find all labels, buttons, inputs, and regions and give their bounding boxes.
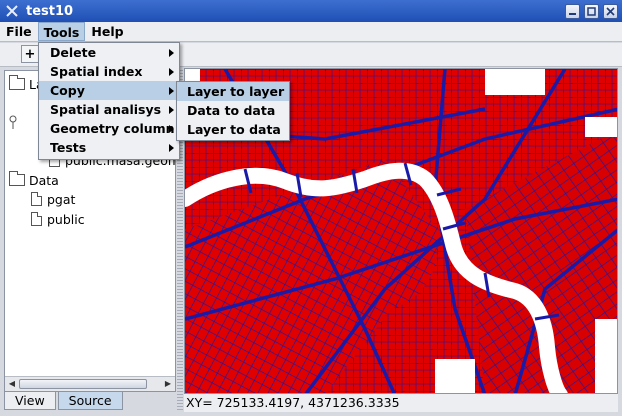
scroll-right-icon[interactable]: ▶	[162, 378, 174, 390]
window-title: test10	[26, 3, 74, 19]
menu-file[interactable]: File	[1, 22, 37, 41]
menu-item-label: Geometry column	[50, 121, 175, 136]
tab-view[interactable]: View	[4, 392, 56, 410]
tree-node-label: public	[47, 211, 85, 227]
copy-submenu: Layer to layer Data to data Layer to dat…	[176, 81, 290, 141]
tree-handle-icon	[9, 115, 17, 129]
document-icon	[31, 212, 42, 226]
menu-item-layer-to-layer[interactable]: Layer to layer	[177, 82, 289, 101]
menu-item-label: Copy	[50, 83, 85, 98]
menu-item-spatial-analysis[interactable]: Spatial analisys	[39, 100, 179, 119]
window-titlebar: test10	[0, 0, 622, 22]
add-button[interactable]: +	[21, 45, 39, 63]
scrollbar-thumb[interactable]	[19, 379, 147, 389]
submenu-arrow-icon	[169, 87, 174, 95]
submenu-arrow-icon	[169, 106, 174, 114]
folder-icon	[9, 171, 25, 186]
tree-expander[interactable]	[9, 113, 19, 131]
tree-node-label: Data	[29, 172, 59, 188]
submenu-arrow-icon	[169, 144, 174, 152]
menu-item-layer-to-data[interactable]: Layer to data	[177, 120, 289, 139]
close-icon[interactable]	[603, 3, 618, 19]
app-icon[interactable]	[4, 3, 20, 19]
tab-source[interactable]: Source	[57, 392, 123, 410]
tree-node-data[interactable]: Data	[9, 171, 59, 189]
tree-node-pgat[interactable]: pgat	[31, 190, 75, 208]
horizontal-scrollbar[interactable]: ◀ ▶	[5, 376, 175, 391]
tree-node-label: pgat	[47, 191, 76, 207]
menubar: File Tools Help	[0, 22, 622, 42]
menu-item-label: Spatial analisys	[50, 102, 162, 117]
menu-item-copy[interactable]: Copy	[39, 81, 179, 100]
menu-item-label: Delete	[50, 45, 97, 60]
menu-help[interactable]: Help	[86, 22, 128, 41]
menu-item-label: Tests	[50, 140, 87, 155]
folder-icon	[9, 75, 25, 90]
tree-node-public[interactable]: public	[31, 210, 85, 228]
submenu-arrow-icon	[169, 125, 174, 133]
menu-tools[interactable]: Tools	[37, 22, 86, 41]
scroll-left-icon[interactable]: ◀	[6, 378, 18, 390]
menu-item-spatial-index[interactable]: Spatial index	[39, 62, 179, 81]
menu-item-tests[interactable]: Tests	[39, 138, 179, 157]
coordinates-readout: XY= 725133.4197, 4371236.3335	[186, 395, 400, 410]
panel-tabs: View Source	[4, 392, 125, 412]
document-icon	[31, 192, 42, 206]
minimize-icon[interactable]	[565, 3, 580, 19]
submenu-arrow-icon	[169, 49, 174, 57]
menu-item-data-to-data[interactable]: Data to data	[177, 101, 289, 120]
status-bar: XY= 725133.4197, 4371236.3335	[184, 394, 618, 412]
tools-menu: Delete Spatial index Copy Spatial analis…	[38, 42, 180, 160]
menu-item-label: Spatial index	[50, 64, 143, 79]
maximize-icon[interactable]	[584, 3, 599, 19]
menu-item-delete[interactable]: Delete	[39, 43, 179, 62]
submenu-arrow-icon	[169, 68, 174, 76]
menu-item-geometry-column[interactable]: Geometry column	[39, 119, 179, 138]
